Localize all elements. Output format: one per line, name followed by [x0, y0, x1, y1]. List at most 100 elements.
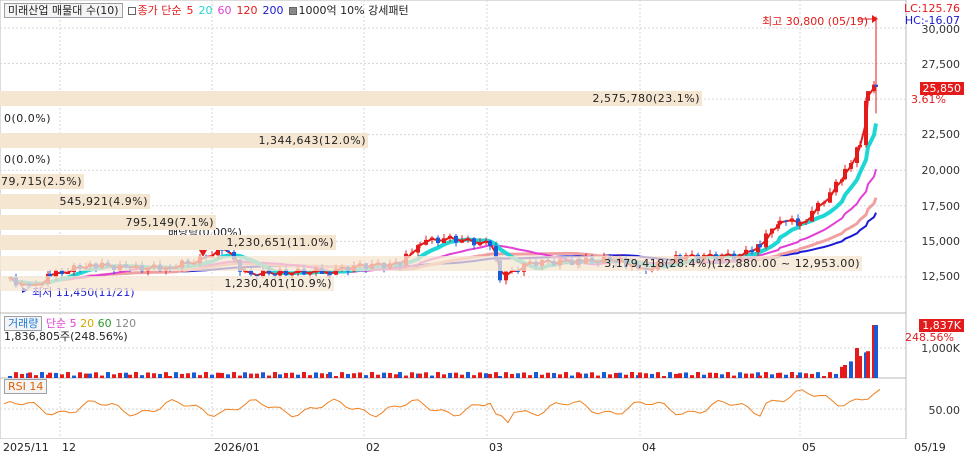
- volume-bar: [866, 351, 870, 378]
- candle: [770, 228, 774, 234]
- candle: [816, 202, 820, 211]
- volume-profile-bar-5: 279,715(2.5%): [0, 174, 84, 189]
- candle: [864, 100, 868, 146]
- candle: [436, 237, 440, 244]
- candle: [442, 238, 446, 244]
- candle: [454, 235, 458, 243]
- ma-5-label: 5: [186, 3, 194, 17]
- candle: [776, 224, 780, 229]
- rsi-chart-panel[interactable]: RSI 14 50.00: [0, 377, 966, 440]
- volume-bar: [849, 361, 853, 378]
- checkbox-icon: [127, 7, 136, 15]
- candle: [858, 145, 862, 148]
- candle: [290, 272, 294, 276]
- candle: [328, 272, 332, 275]
- rsi-title[interactable]: RSI 14: [4, 379, 48, 394]
- volume-profile-label: 2,575,780(23.1%): [592, 92, 700, 105]
- candle: [488, 240, 492, 247]
- candle: [866, 91, 870, 101]
- volume-profile-label: 1,344,643(12.0%): [258, 134, 366, 147]
- candle: [804, 221, 808, 223]
- high-annotation: 최고 30,800 (05/19): [762, 15, 869, 28]
- candle: [758, 244, 762, 248]
- y-tick: 15,000: [921, 235, 961, 248]
- date-tick: 03: [489, 441, 503, 454]
- candle: [784, 220, 788, 222]
- rsi-y-tick: 50.00: [928, 404, 961, 417]
- volume-bar: [843, 365, 847, 378]
- candle: [66, 271, 70, 275]
- rsi-chart-canvas[interactable]: [0, 377, 966, 440]
- date-axis: 2025/11 12 2026/01 02 03 04 05 05/19: [0, 439, 966, 457]
- ma-200-label: 200: [262, 3, 284, 17]
- candle: [828, 192, 832, 203]
- volume-profile-label: 1,230,651(11.0%): [226, 236, 334, 249]
- ma-120-label: 120: [236, 3, 258, 17]
- candle: [478, 242, 482, 246]
- candle: [448, 235, 452, 239]
- volume-profile-label: 1,230,401(10.9%): [224, 277, 332, 290]
- pattern-label: 1000억 10% 강세패턴: [298, 4, 409, 17]
- candle: [484, 240, 488, 243]
- y-tick: 20,000: [921, 164, 961, 177]
- candle: [466, 238, 470, 240]
- ma-legend-label[interactable]: 종가 단순: [127, 2, 182, 18]
- volume-profile-bar-2: 0(0.0%): [4, 112, 52, 125]
- candle: [798, 221, 802, 226]
- candle: [834, 181, 838, 193]
- candle: [472, 238, 476, 246]
- volume-profile-bar-10: 1,230,401(10.9%): [0, 276, 334, 291]
- candle: [810, 210, 814, 222]
- volume-y-tick: 1,000K: [921, 342, 960, 355]
- ma-label: 종가 단순: [137, 4, 182, 17]
- volume-bar: [858, 356, 862, 378]
- y-tick: 27,500: [921, 58, 961, 71]
- pattern-legend[interactable]: 1000억 10% 강세패턴: [288, 2, 409, 18]
- volume-chart-canvas[interactable]: [0, 312, 966, 379]
- volume-profile-bar-6: 545,921(4.9%): [0, 194, 150, 209]
- volume-bar: [874, 325, 878, 378]
- candle: [308, 272, 312, 275]
- candle: [726, 253, 730, 255]
- candle: [840, 179, 844, 182]
- current-change: 3.61%: [911, 93, 946, 106]
- volume-profile-bar-7: 795,149(7.1%): [0, 215, 216, 230]
- candle: [460, 239, 464, 243]
- candle: [843, 168, 847, 180]
- date-tick: 2025/11: [3, 441, 49, 454]
- candle: [504, 271, 508, 281]
- chart-legend: 미래산업 매물대 수(10) 종가 단순 5 20 60 120 200 100…: [4, 2, 409, 18]
- candle: [424, 239, 428, 245]
- ma-20-label: 20: [198, 3, 213, 17]
- volume-profile-label: 795,149(7.1%): [125, 216, 214, 229]
- candle: [249, 270, 253, 275]
- price-chart-panel[interactable]: 미래산업 매물대 수(10) 종가 단순 5 20 60 120 200 100…: [0, 0, 966, 314]
- ma-60-label: 60: [217, 3, 232, 17]
- candle: [764, 233, 768, 248]
- volume-profile-bar-8: 1,230,651(11.0%): [0, 235, 336, 250]
- candle: [416, 245, 420, 253]
- candle: [822, 202, 826, 204]
- candle: [744, 249, 748, 255]
- candle: [778, 220, 782, 225]
- volume-profile-bar-3: 1,344,643(12.0%): [0, 133, 368, 148]
- date-tick-current: 05/19: [914, 441, 946, 454]
- candle: [418, 244, 422, 246]
- volume-profile-bar-9: 3,179,418(28.4%)(12,880.00 ~ 12,953.00): [0, 256, 862, 271]
- date-tick: 04: [642, 441, 656, 454]
- y-tick: 17,500: [921, 200, 961, 213]
- candle: [849, 163, 853, 169]
- volume-profile-bar-1: 2,575,780(23.1%): [0, 91, 702, 106]
- date-tick: 2026/01: [214, 441, 260, 454]
- volume-chart-panel[interactable]: 거래량 단순 5 20 60 120 1,836,805주(248.56%) 1…: [0, 312, 966, 379]
- candle: [430, 237, 434, 240]
- y-tick: 12,500: [921, 270, 961, 283]
- indicator-title[interactable]: 미래산업 매물대 수(10): [4, 2, 123, 18]
- volume-profile-label: 279,715(2.5%): [0, 175, 82, 188]
- volume-profile-label: 545,921(4.9%): [59, 195, 148, 208]
- date-tick: 12: [62, 441, 76, 454]
- date-tick: 05: [802, 441, 816, 454]
- y-tick: 30,000: [921, 23, 961, 36]
- volume-profile-label: 3,179,418(28.4%)(12,880.00 ~ 12,953.00): [604, 257, 860, 270]
- candle: [790, 218, 794, 222]
